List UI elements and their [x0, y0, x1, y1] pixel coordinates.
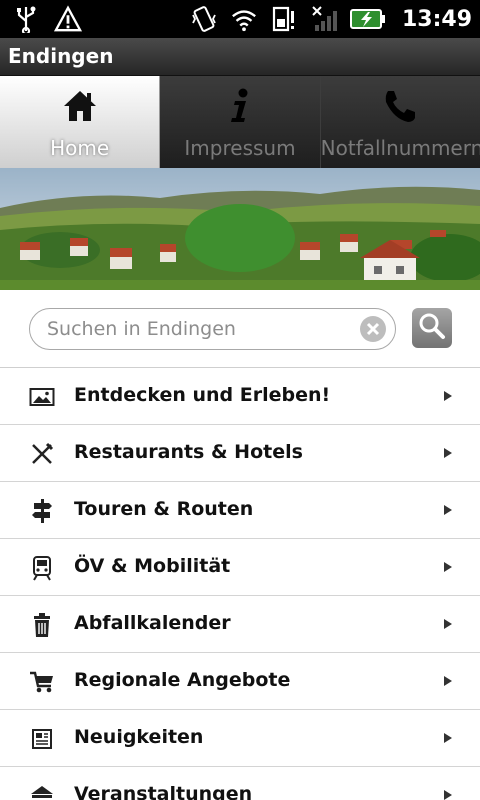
- list-item-label: ÖV & Mobilität: [74, 555, 231, 577]
- search-icon: [418, 312, 446, 344]
- trash-icon: [28, 611, 56, 639]
- sd-card-icon: [270, 5, 298, 33]
- clock: 13:49: [401, 6, 472, 32]
- home-icon: [0, 88, 159, 124]
- cart-icon: [28, 668, 56, 696]
- info-icon: [160, 88, 319, 124]
- list-item-label: Restaurants & Hotels: [74, 441, 303, 463]
- phone-icon: [321, 88, 480, 124]
- list-item-label: Neuigkeiten: [74, 726, 204, 748]
- wifi-icon: [230, 5, 258, 33]
- chevron-right-icon: [444, 676, 452, 686]
- list-item-label: Entdecken und Erleben!: [74, 384, 331, 406]
- chevron-right-icon: [444, 391, 452, 401]
- usb-icon: [12, 5, 40, 33]
- newspaper-icon: [28, 725, 56, 753]
- chevron-right-icon: [444, 790, 452, 800]
- tab-notfallnummern[interactable]: Notfallnummern: [320, 76, 480, 168]
- list-item-label: Veranstaltungen: [74, 783, 253, 800]
- chevron-right-icon: [444, 448, 452, 458]
- warning-icon: [54, 5, 82, 33]
- search-area: Suchen in Endingen: [0, 290, 480, 368]
- menu-list: Entdecken und Erleben! Restaurants & Hot…: [0, 368, 480, 800]
- list-item-neuigkeiten[interactable]: Neuigkeiten: [0, 710, 480, 767]
- list-item-label: Touren & Routen: [74, 498, 254, 520]
- no-signal-icon: [310, 5, 338, 33]
- app-title: Endingen: [8, 44, 114, 68]
- chevron-right-icon: [444, 733, 452, 743]
- tab-home[interactable]: Home: [0, 76, 161, 168]
- search-input[interactable]: Suchen in Endingen: [29, 308, 396, 350]
- search-button[interactable]: [412, 308, 452, 348]
- battery-charging-icon: [349, 5, 386, 33]
- list-item-restaurants[interactable]: Restaurants & Hotels: [0, 425, 480, 482]
- chevron-right-icon: [444, 619, 452, 629]
- chevron-right-icon: [444, 505, 452, 515]
- list-item-touren[interactable]: Touren & Routen: [0, 482, 480, 539]
- picture-icon: [28, 383, 56, 411]
- train-icon: [28, 554, 56, 582]
- list-item-label: Regionale Angebote: [74, 669, 291, 691]
- vibrate-icon: [190, 5, 218, 33]
- list-item-label: Abfallkalender: [74, 612, 231, 634]
- status-bar: 13:49: [0, 0, 480, 38]
- tab-bar: Home Impressum Notfallnummern: [0, 76, 480, 168]
- clear-icon[interactable]: [360, 316, 386, 342]
- signpost-icon: [28, 497, 56, 525]
- tab-impressum-label: Impressum: [184, 136, 296, 160]
- tab-home-label: Home: [50, 136, 110, 160]
- fork-knife-icon: [28, 440, 56, 468]
- tab-notfallnummern-label: Notfallnummern: [320, 136, 480, 160]
- banner-image: [0, 168, 480, 290]
- list-item-veranstaltungen[interactable]: Veranstaltungen: [0, 767, 480, 800]
- list-item-abfall[interactable]: Abfallkalender: [0, 596, 480, 653]
- event-icon: [28, 782, 56, 800]
- app-title-bar: Endingen: [0, 38, 480, 76]
- list-item-entdecken[interactable]: Entdecken und Erleben!: [0, 368, 480, 425]
- search-placeholder: Suchen in Endingen: [47, 318, 236, 340]
- list-item-oev[interactable]: ÖV & Mobilität: [0, 539, 480, 596]
- chevron-right-icon: [444, 562, 452, 572]
- tab-impressum[interactable]: Impressum: [160, 76, 321, 168]
- list-item-regionale[interactable]: Regionale Angebote: [0, 653, 480, 710]
